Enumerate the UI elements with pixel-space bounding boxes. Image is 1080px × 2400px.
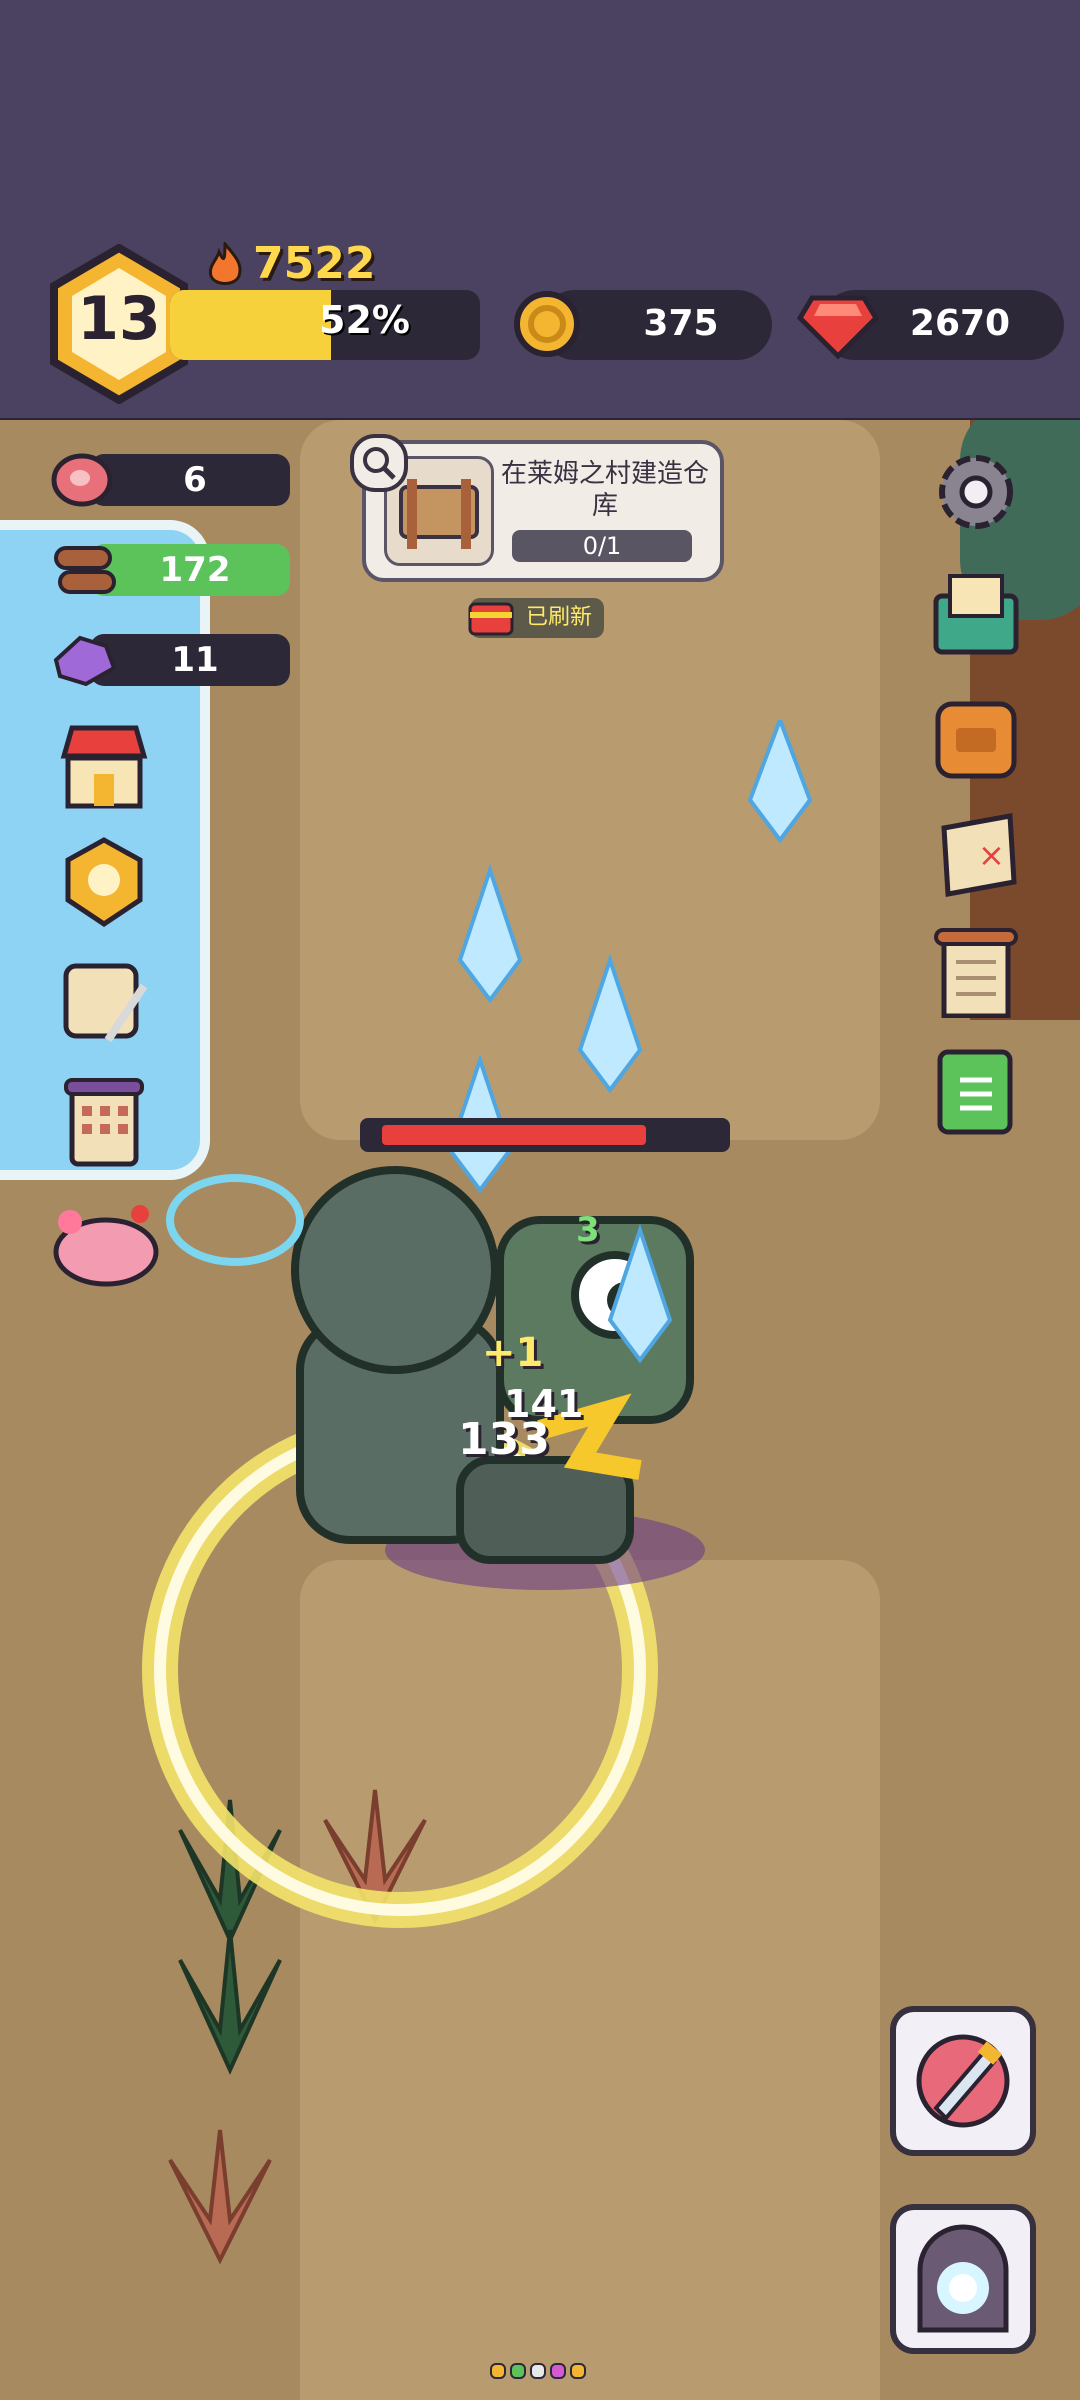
- crystal-ore-count: 11: [171, 640, 219, 680]
- xp-percent: 52%: [319, 298, 410, 342]
- treasure-chest-icon: [468, 602, 514, 636]
- stone-portal-icon: [917, 2224, 1009, 2333]
- gem-value: 2670: [909, 303, 1011, 344]
- crossed-sword-icon: [916, 2034, 1010, 2128]
- pink-slime-pet-icon[interactable]: [50, 1196, 160, 1288]
- damage-number: 133: [458, 1414, 550, 1465]
- flame-icon: [208, 241, 242, 285]
- red-fern-plant: [168, 2129, 272, 2265]
- player-level-badge[interactable]: 13: [48, 244, 190, 404]
- search-icon[interactable]: [350, 434, 408, 492]
- quest-progress: 0/1: [512, 530, 692, 562]
- backpack-icon[interactable]: [930, 690, 1022, 782]
- combat-power: 7522: [205, 238, 375, 289]
- frost-ring: [166, 1174, 304, 1266]
- gold-value: 375: [643, 303, 719, 344]
- portal-button[interactable]: [890, 2204, 1036, 2354]
- gold-coin-icon: [514, 291, 580, 357]
- calendar-scroll-icon[interactable]: [58, 1076, 150, 1168]
- medal-badge-icon[interactable]: [58, 836, 150, 928]
- meat-icon: [51, 453, 113, 507]
- quest-title: 在莱姆之村建造仓库: [500, 459, 709, 521]
- ice-shard-volley: [447, 720, 813, 1364]
- damage-number: 3: [576, 1210, 600, 1250]
- damage-number: +1: [482, 1330, 544, 1376]
- level-number: 13: [77, 284, 161, 354]
- wood-icon: [54, 546, 116, 594]
- svg-text:×: ×: [978, 836, 1005, 874]
- scroll-quill-icon[interactable]: [58, 956, 150, 1048]
- meat-count: 6: [183, 460, 207, 500]
- xp-bar: 52%: [170, 290, 480, 360]
- settings-gear-icon[interactable]: [930, 446, 1022, 538]
- crystal-ore-icon: [53, 635, 117, 687]
- shop-icon[interactable]: [58, 720, 150, 812]
- treasure-map-icon[interactable]: ×: [930, 808, 1022, 900]
- green-book-icon[interactable]: [930, 1046, 1022, 1138]
- boss-hp-fill: [382, 1125, 647, 1145]
- notice-scroll-icon[interactable]: [930, 926, 1022, 1018]
- mail-icon[interactable]: [930, 566, 1022, 658]
- auto-battle-button[interactable]: [890, 2006, 1036, 2156]
- wood-count: 172: [159, 550, 231, 590]
- red-gem-icon: [796, 295, 880, 360]
- quest-panel[interactable]: 在莱姆之村建造仓库 0/1: [362, 440, 724, 582]
- boss-hp-bar: [360, 1118, 730, 1152]
- page-indicator: [490, 2363, 586, 2379]
- power-value: 7522: [253, 238, 376, 289]
